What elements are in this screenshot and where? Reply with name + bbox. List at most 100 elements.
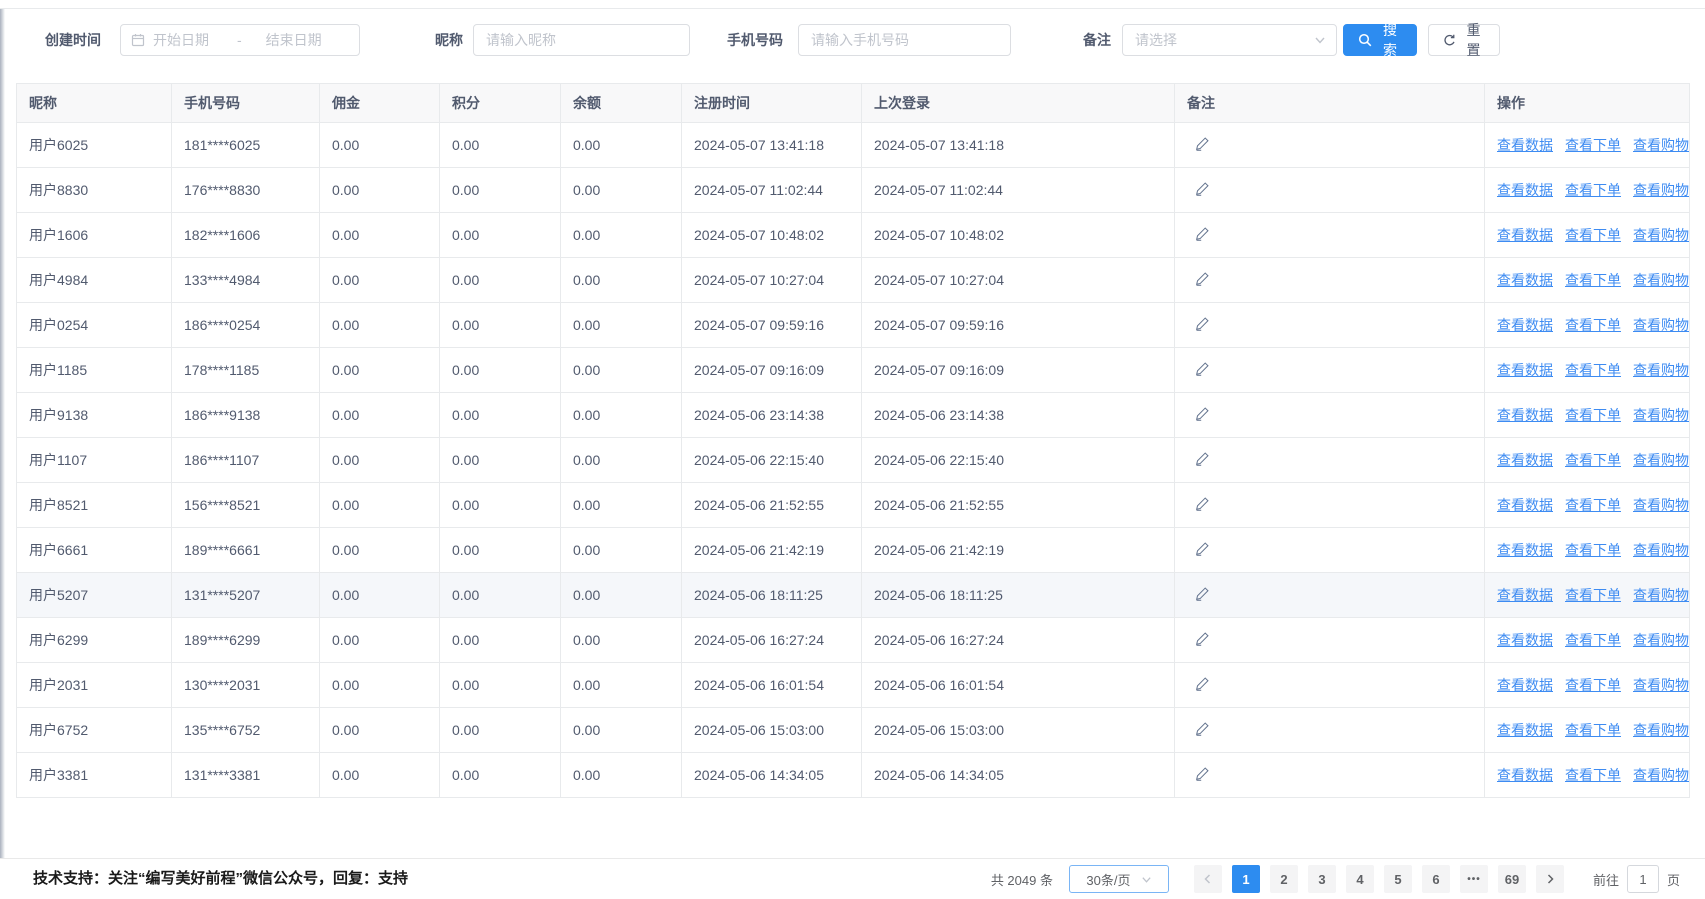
view-cart-link[interactable]: 查看购物车 bbox=[1633, 452, 1690, 468]
cell-phone: 131****5207 bbox=[172, 573, 320, 618]
page-button[interactable]: 69 bbox=[1498, 865, 1526, 893]
view-cart-link[interactable]: 查看购物车 bbox=[1633, 182, 1690, 198]
edit-remark-icon[interactable] bbox=[1195, 586, 1210, 601]
cell-nickname: 用户9138 bbox=[17, 393, 172, 438]
view-orders-link[interactable]: 查看下单 bbox=[1565, 542, 1621, 558]
edit-remark-icon[interactable] bbox=[1195, 226, 1210, 241]
view-cart-link[interactable]: 查看购物车 bbox=[1633, 317, 1690, 333]
view-data-link[interactable]: 查看数据 bbox=[1497, 362, 1553, 378]
view-orders-link[interactable]: 查看下单 bbox=[1565, 317, 1621, 333]
remark-cell bbox=[1175, 258, 1485, 303]
page-button[interactable]: 2 bbox=[1270, 865, 1298, 893]
view-cart-link[interactable]: 查看购物车 bbox=[1633, 542, 1690, 558]
view-orders-link[interactable]: 查看下单 bbox=[1565, 767, 1621, 783]
goto-label: 前往 bbox=[1593, 870, 1619, 889]
end-date-placeholder[interactable]: 结束日期 bbox=[266, 30, 342, 50]
actions-cell: 查看数据查看下单查看购物车 bbox=[1485, 213, 1690, 258]
edit-remark-icon[interactable] bbox=[1195, 136, 1210, 151]
page-size-select[interactable]: 30条/页 bbox=[1069, 865, 1169, 893]
view-data-link[interactable]: 查看数据 bbox=[1497, 767, 1553, 783]
prev-page-button[interactable] bbox=[1194, 865, 1222, 893]
view-cart-link[interactable]: 查看购物车 bbox=[1633, 722, 1690, 738]
chevron-down-icon bbox=[1314, 34, 1326, 46]
view-data-link[interactable]: 查看数据 bbox=[1497, 632, 1553, 648]
view-orders-link[interactable]: 查看下单 bbox=[1565, 722, 1621, 738]
page-button[interactable]: 6 bbox=[1422, 865, 1450, 893]
view-data-link[interactable]: 查看数据 bbox=[1497, 587, 1553, 603]
page-button[interactable]: 4 bbox=[1346, 865, 1374, 893]
view-cart-link[interactable]: 查看购物车 bbox=[1633, 767, 1690, 783]
remark-select[interactable]: 请选择 bbox=[1122, 24, 1337, 56]
view-data-link[interactable]: 查看数据 bbox=[1497, 137, 1553, 153]
view-orders-link[interactable]: 查看下单 bbox=[1565, 632, 1621, 648]
view-cart-link[interactable]: 查看购物车 bbox=[1633, 137, 1690, 153]
phone-input[interactable] bbox=[798, 24, 1011, 56]
view-orders-link[interactable]: 查看下单 bbox=[1565, 182, 1621, 198]
edit-remark-icon[interactable] bbox=[1195, 496, 1210, 511]
cell-last-login: 2024-05-06 22:15:40 bbox=[862, 438, 1175, 483]
phone-label: 手机号码 bbox=[727, 24, 783, 56]
edit-remark-icon[interactable] bbox=[1195, 721, 1210, 736]
page-button[interactable]: 3 bbox=[1308, 865, 1336, 893]
page-button[interactable]: 5 bbox=[1384, 865, 1412, 893]
view-data-link[interactable]: 查看数据 bbox=[1497, 407, 1553, 423]
view-data-link[interactable]: 查看数据 bbox=[1497, 182, 1553, 198]
view-orders-link[interactable]: 查看下单 bbox=[1565, 677, 1621, 693]
cell-points: 0.00 bbox=[440, 393, 561, 438]
more-pages-button[interactable]: ••• bbox=[1460, 865, 1488, 893]
edit-remark-icon[interactable] bbox=[1195, 271, 1210, 286]
view-orders-link[interactable]: 查看下单 bbox=[1565, 227, 1621, 243]
view-data-link[interactable]: 查看数据 bbox=[1497, 452, 1553, 468]
view-cart-link[interactable]: 查看购物车 bbox=[1633, 362, 1690, 378]
reset-button[interactable]: 重置 bbox=[1428, 24, 1500, 56]
view-cart-link[interactable]: 查看购物车 bbox=[1633, 407, 1690, 423]
view-data-link[interactable]: 查看数据 bbox=[1497, 317, 1553, 333]
view-orders-link[interactable]: 查看下单 bbox=[1565, 452, 1621, 468]
view-orders-link[interactable]: 查看下单 bbox=[1565, 272, 1621, 288]
edit-remark-icon[interactable] bbox=[1195, 451, 1210, 466]
view-cart-link[interactable]: 查看购物车 bbox=[1633, 272, 1690, 288]
view-orders-link[interactable]: 查看下单 bbox=[1565, 587, 1621, 603]
edit-remark-icon[interactable] bbox=[1195, 766, 1210, 781]
view-data-link[interactable]: 查看数据 bbox=[1497, 542, 1553, 558]
view-orders-link[interactable]: 查看下单 bbox=[1565, 137, 1621, 153]
view-data-link[interactable]: 查看数据 bbox=[1497, 677, 1553, 693]
date-range-picker[interactable]: 开始日期 - 结束日期 bbox=[120, 24, 360, 56]
edit-remark-icon[interactable] bbox=[1195, 406, 1210, 421]
view-orders-link[interactable]: 查看下单 bbox=[1565, 407, 1621, 423]
column-header: 手机号码 bbox=[172, 84, 320, 123]
edit-remark-icon[interactable] bbox=[1195, 631, 1210, 646]
remark-cell bbox=[1175, 483, 1485, 528]
goto-page-input[interactable] bbox=[1627, 865, 1659, 893]
page-button[interactable]: 1 bbox=[1232, 865, 1260, 893]
table-row: 用户2031130****20310.000.000.002024-05-06 … bbox=[17, 663, 1690, 708]
view-cart-link[interactable]: 查看购物车 bbox=[1633, 587, 1690, 603]
view-data-link[interactable]: 查看数据 bbox=[1497, 227, 1553, 243]
remark-cell bbox=[1175, 438, 1485, 483]
next-page-button[interactable] bbox=[1536, 865, 1564, 893]
view-data-link[interactable]: 查看数据 bbox=[1497, 272, 1553, 288]
view-cart-link[interactable]: 查看购物车 bbox=[1633, 227, 1690, 243]
chevron-down-icon bbox=[1141, 874, 1152, 885]
view-orders-link[interactable]: 查看下单 bbox=[1565, 362, 1621, 378]
remark-label: 备注 bbox=[1083, 24, 1111, 56]
edit-remark-icon[interactable] bbox=[1195, 541, 1210, 556]
edit-remark-icon[interactable] bbox=[1195, 316, 1210, 331]
edit-remark-icon[interactable] bbox=[1195, 181, 1210, 196]
cell-commission: 0.00 bbox=[320, 618, 440, 663]
cell-nickname: 用户2031 bbox=[17, 663, 172, 708]
edit-remark-icon[interactable] bbox=[1195, 676, 1210, 691]
search-button[interactable]: 搜索 bbox=[1343, 24, 1417, 56]
nickname-input[interactable] bbox=[473, 24, 690, 56]
view-cart-link[interactable]: 查看购物车 bbox=[1633, 677, 1690, 693]
view-cart-link[interactable]: 查看购物车 bbox=[1633, 632, 1690, 648]
create-time-label: 创建时间 bbox=[45, 24, 101, 56]
actions-cell: 查看数据查看下单查看购物车 bbox=[1485, 348, 1690, 393]
view-cart-link[interactable]: 查看购物车 bbox=[1633, 497, 1690, 513]
view-orders-link[interactable]: 查看下单 bbox=[1565, 497, 1621, 513]
table-row: 用户1185178****11850.000.000.002024-05-07 … bbox=[17, 348, 1690, 393]
start-date-placeholder[interactable]: 开始日期 bbox=[153, 30, 229, 50]
view-data-link[interactable]: 查看数据 bbox=[1497, 722, 1553, 738]
view-data-link[interactable]: 查看数据 bbox=[1497, 497, 1553, 513]
edit-remark-icon[interactable] bbox=[1195, 361, 1210, 376]
